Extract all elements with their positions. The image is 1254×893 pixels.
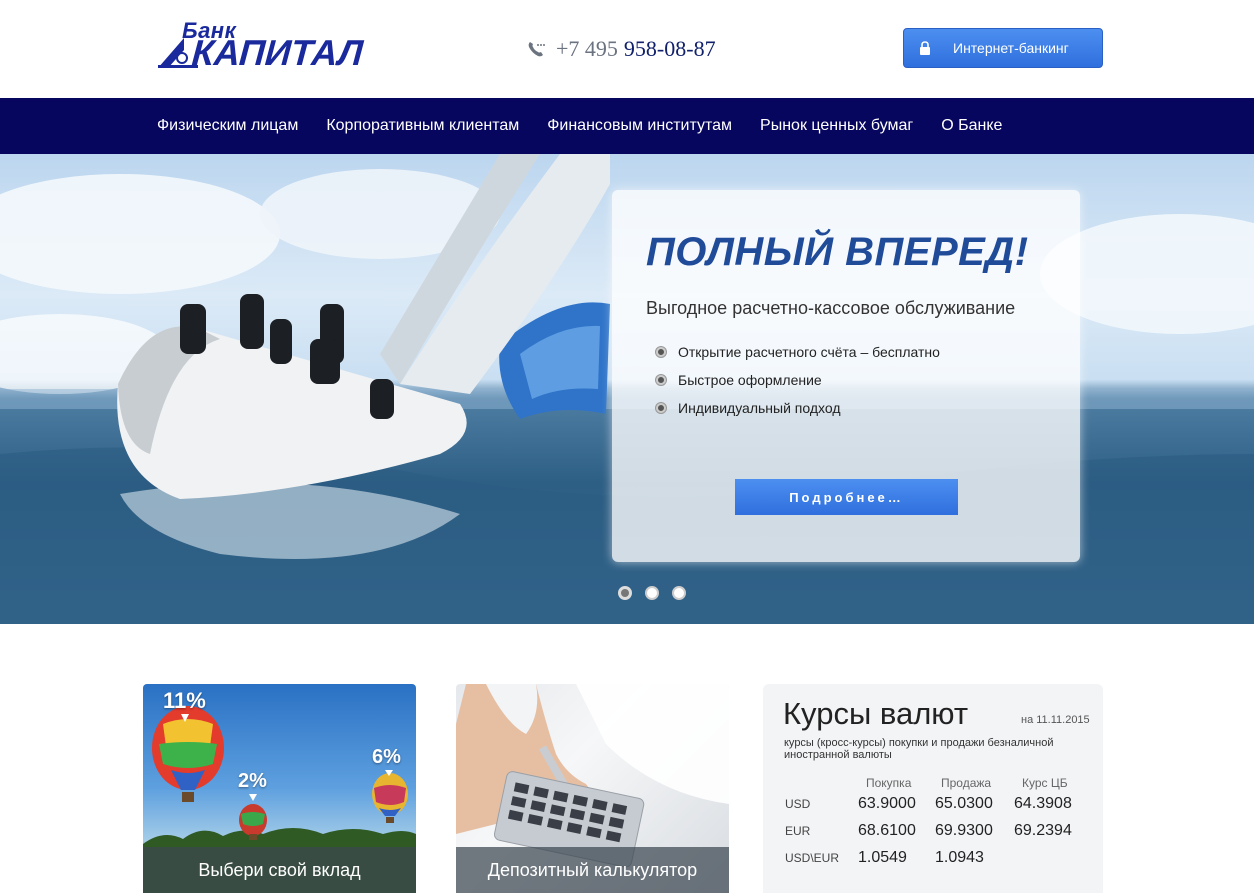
- table-row: USD 63.9000 65.0300 64.3908: [785, 790, 1084, 817]
- column-sell: Продажа: [941, 776, 992, 790]
- nav-item-individuals[interactable]: Физическим лицам: [157, 117, 298, 135]
- list-item: Индивидуальный подход: [656, 394, 940, 422]
- deposit-calculator-card[interactable]: Депозитный калькулятор: [456, 684, 729, 893]
- internet-banking-button[interactable]: Интернет-банкинг: [903, 28, 1103, 68]
- table-row: EUR 68.6100 69.9300 69.2394: [785, 817, 1084, 844]
- currency-code: USD: [785, 796, 811, 811]
- rates-title: Курсы валют: [783, 696, 969, 731]
- internet-banking-label: Интернет-банкинг: [953, 40, 1069, 56]
- currency-code: EUR: [785, 823, 811, 838]
- deposit-card[interactable]: 11% 2% 6% Выбери свой вклад: [143, 684, 416, 893]
- lock-icon: [920, 41, 930, 55]
- buy-rate: 68.6100: [858, 821, 916, 839]
- rates-description: курсы (кросс-курсы) покупки и продажи бе…: [784, 737, 1054, 761]
- slider-dot-2[interactable]: [645, 586, 659, 600]
- rates-date: на 11.11.2015: [1021, 714, 1090, 726]
- column-cb: Курс ЦБ: [1022, 776, 1068, 790]
- phone-code: +7 495: [556, 36, 618, 61]
- slider-dots: [618, 586, 699, 600]
- more-button[interactable]: Подробнее…: [735, 479, 958, 515]
- bullet-text: Быстрое оформление: [678, 372, 822, 388]
- phone-icon: [528, 42, 545, 57]
- buy-rate: 63.9000: [858, 794, 916, 812]
- promo-panel: ПОЛНЫЙ ВПЕРЕД! Выгодное расчетно-кассово…: [612, 190, 1080, 562]
- bullet-text: Открытие расчетного счёта – бесплатно: [678, 344, 940, 360]
- promo-bullet-list: Открытие расчетного счёта – бесплатно Бы…: [656, 338, 940, 422]
- header: Банк КАПИТАЛ +7 495 958-08-87 Интернет-б…: [0, 0, 1254, 98]
- rate-badge-6: 6%: [372, 746, 401, 768]
- bullet-icon: [656, 375, 666, 385]
- currency-header: [785, 776, 858, 790]
- bank-logo[interactable]: Банк КАПИТАЛ: [158, 12, 368, 73]
- currency-code: USD\EUR: [785, 850, 840, 865]
- rate-badge-2: 2%: [238, 770, 267, 792]
- nav-item-financial-institutions[interactable]: Финансовым институтам: [547, 117, 732, 135]
- column-buy: Покупка: [866, 776, 912, 790]
- phone-contact[interactable]: +7 495 958-08-87: [526, 34, 716, 64]
- table-header-row: Покупка Продажа Курс ЦБ: [785, 776, 1084, 790]
- bullet-icon: [656, 403, 666, 413]
- sell-rate: 65.0300: [935, 794, 993, 812]
- deposit-card-caption: Выбери свой вклад: [143, 847, 416, 893]
- rate-badge-11: 11%: [163, 688, 206, 713]
- logo-text-main: КАПИТАЛ: [190, 32, 365, 73]
- buy-rate: 1.0549: [858, 848, 907, 866]
- table-row: USD\EUR 1.0549 1.0943: [785, 844, 1084, 871]
- nav-item-corporate[interactable]: Корпоративным клиентам: [326, 117, 519, 135]
- main-nav: Физическим лицам Корпоративным клиентам …: [0, 98, 1254, 154]
- cb-rate: 64.3908: [1014, 794, 1072, 812]
- list-item: Быстрое оформление: [656, 366, 940, 394]
- slider-dot-1[interactable]: [618, 586, 632, 600]
- slider-dot-3[interactable]: [672, 586, 686, 600]
- list-item: Открытие расчетного счёта – бесплатно: [656, 338, 940, 366]
- bullet-text: Индивидуальный подход: [678, 400, 841, 416]
- nav-item-about-bank[interactable]: О Банке: [941, 117, 1002, 135]
- nav-item-securities-market[interactable]: Рынок ценных бумаг: [760, 117, 913, 135]
- phone-number: 958-08-87: [623, 36, 716, 61]
- rates-table: Покупка Продажа Курс ЦБ USD 63.9000 65.0…: [785, 776, 1084, 871]
- cb-rate: [1014, 844, 1084, 871]
- cb-rate: 69.2394: [1014, 821, 1072, 839]
- sell-rate: 69.9300: [935, 821, 993, 839]
- sell-rate: 1.0943: [935, 848, 984, 866]
- calculator-card-caption: Депозитный калькулятор: [456, 847, 729, 893]
- bullet-icon: [656, 347, 666, 357]
- promo-subtitle: Выгодное расчетно-кассовое обслуживание: [646, 298, 1016, 318]
- hero-slider: ПОЛНЫЙ ВПЕРЕД! Выгодное расчетно-кассово…: [0, 154, 1254, 624]
- promo-title: ПОЛНЫЙ ВПЕРЕД!: [646, 230, 1029, 274]
- exchange-rates-panel: Курсы валют на 11.11.2015 курсы (кросс-к…: [763, 684, 1103, 893]
